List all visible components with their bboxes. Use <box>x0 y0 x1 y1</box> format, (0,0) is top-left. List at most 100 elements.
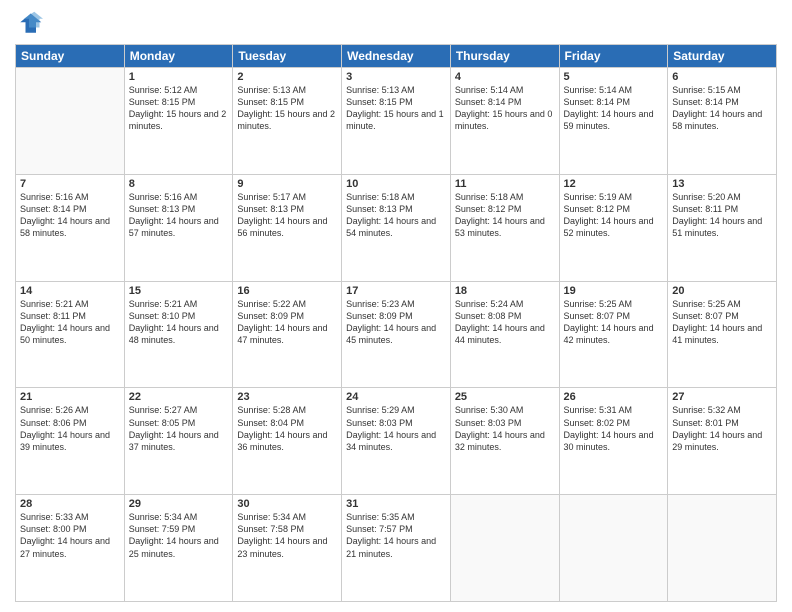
calendar-cell: 13Sunrise: 5:20 AMSunset: 8:11 PMDayligh… <box>668 174 777 281</box>
day-info: Sunrise: 5:28 AMSunset: 8:04 PMDaylight:… <box>237 404 337 453</box>
day-number: 5 <box>564 71 664 83</box>
day-number: 23 <box>237 391 337 403</box>
day-number: 26 <box>564 391 664 403</box>
logo-icon <box>15 10 43 38</box>
day-info: Sunrise: 5:20 AMSunset: 8:11 PMDaylight:… <box>672 191 772 240</box>
calendar-cell: 24Sunrise: 5:29 AMSunset: 8:03 PMDayligh… <box>342 388 451 495</box>
logo <box>15 10 47 38</box>
day-info: Sunrise: 5:29 AMSunset: 8:03 PMDaylight:… <box>346 404 446 453</box>
calendar-cell: 22Sunrise: 5:27 AMSunset: 8:05 PMDayligh… <box>124 388 233 495</box>
day-info: Sunrise: 5:19 AMSunset: 8:12 PMDaylight:… <box>564 191 664 240</box>
calendar-cell: 23Sunrise: 5:28 AMSunset: 8:04 PMDayligh… <box>233 388 342 495</box>
day-number: 22 <box>129 391 229 403</box>
calendar-cell: 28Sunrise: 5:33 AMSunset: 8:00 PMDayligh… <box>16 495 125 602</box>
calendar-cell: 7Sunrise: 5:16 AMSunset: 8:14 PMDaylight… <box>16 174 125 281</box>
day-header-monday: Monday <box>124 45 233 68</box>
day-info: Sunrise: 5:24 AMSunset: 8:08 PMDaylight:… <box>455 298 555 347</box>
day-info: Sunrise: 5:22 AMSunset: 8:09 PMDaylight:… <box>237 298 337 347</box>
day-info: Sunrise: 5:32 AMSunset: 8:01 PMDaylight:… <box>672 404 772 453</box>
header <box>15 10 777 38</box>
day-number: 18 <box>455 285 555 297</box>
calendar-cell: 27Sunrise: 5:32 AMSunset: 8:01 PMDayligh… <box>668 388 777 495</box>
day-number: 9 <box>237 178 337 190</box>
day-number: 20 <box>672 285 772 297</box>
day-number: 29 <box>129 498 229 510</box>
day-info: Sunrise: 5:13 AMSunset: 8:15 PMDaylight:… <box>237 84 337 133</box>
day-header-thursday: Thursday <box>450 45 559 68</box>
day-info: Sunrise: 5:16 AMSunset: 8:14 PMDaylight:… <box>20 191 120 240</box>
week-row-3: 14Sunrise: 5:21 AMSunset: 8:11 PMDayligh… <box>16 281 777 388</box>
day-info: Sunrise: 5:26 AMSunset: 8:06 PMDaylight:… <box>20 404 120 453</box>
day-number: 8 <box>129 178 229 190</box>
day-number: 25 <box>455 391 555 403</box>
day-number: 24 <box>346 391 446 403</box>
calendar-cell: 17Sunrise: 5:23 AMSunset: 8:09 PMDayligh… <box>342 281 451 388</box>
calendar-cell: 26Sunrise: 5:31 AMSunset: 8:02 PMDayligh… <box>559 388 668 495</box>
calendar-cell: 3Sunrise: 5:13 AMSunset: 8:15 PMDaylight… <box>342 68 451 175</box>
day-number: 16 <box>237 285 337 297</box>
calendar-cell: 20Sunrise: 5:25 AMSunset: 8:07 PMDayligh… <box>668 281 777 388</box>
day-number: 4 <box>455 71 555 83</box>
week-row-1: 1Sunrise: 5:12 AMSunset: 8:15 PMDaylight… <box>16 68 777 175</box>
day-info: Sunrise: 5:33 AMSunset: 8:00 PMDaylight:… <box>20 511 120 560</box>
calendar-cell: 25Sunrise: 5:30 AMSunset: 8:03 PMDayligh… <box>450 388 559 495</box>
day-info: Sunrise: 5:12 AMSunset: 8:15 PMDaylight:… <box>129 84 229 133</box>
day-info: Sunrise: 5:34 AMSunset: 7:58 PMDaylight:… <box>237 511 337 560</box>
calendar-cell: 30Sunrise: 5:34 AMSunset: 7:58 PMDayligh… <box>233 495 342 602</box>
day-number: 10 <box>346 178 446 190</box>
calendar-cell: 6Sunrise: 5:15 AMSunset: 8:14 PMDaylight… <box>668 68 777 175</box>
day-info: Sunrise: 5:25 AMSunset: 8:07 PMDaylight:… <box>564 298 664 347</box>
day-number: 28 <box>20 498 120 510</box>
day-number: 2 <box>237 71 337 83</box>
day-number: 11 <box>455 178 555 190</box>
day-info: Sunrise: 5:16 AMSunset: 8:13 PMDaylight:… <box>129 191 229 240</box>
day-number: 15 <box>129 285 229 297</box>
calendar-cell <box>668 495 777 602</box>
day-info: Sunrise: 5:21 AMSunset: 8:11 PMDaylight:… <box>20 298 120 347</box>
calendar-cell <box>450 495 559 602</box>
calendar-cell: 19Sunrise: 5:25 AMSunset: 8:07 PMDayligh… <box>559 281 668 388</box>
day-info: Sunrise: 5:18 AMSunset: 8:13 PMDaylight:… <box>346 191 446 240</box>
day-number: 27 <box>672 391 772 403</box>
calendar-cell: 10Sunrise: 5:18 AMSunset: 8:13 PMDayligh… <box>342 174 451 281</box>
day-info: Sunrise: 5:13 AMSunset: 8:15 PMDaylight:… <box>346 84 446 133</box>
week-row-4: 21Sunrise: 5:26 AMSunset: 8:06 PMDayligh… <box>16 388 777 495</box>
calendar-cell: 8Sunrise: 5:16 AMSunset: 8:13 PMDaylight… <box>124 174 233 281</box>
day-info: Sunrise: 5:35 AMSunset: 7:57 PMDaylight:… <box>346 511 446 560</box>
day-header-sunday: Sunday <box>16 45 125 68</box>
day-info: Sunrise: 5:34 AMSunset: 7:59 PMDaylight:… <box>129 511 229 560</box>
day-info: Sunrise: 5:15 AMSunset: 8:14 PMDaylight:… <box>672 84 772 133</box>
day-header-tuesday: Tuesday <box>233 45 342 68</box>
day-info: Sunrise: 5:14 AMSunset: 8:14 PMDaylight:… <box>564 84 664 133</box>
calendar-cell <box>559 495 668 602</box>
day-number: 30 <box>237 498 337 510</box>
day-info: Sunrise: 5:27 AMSunset: 8:05 PMDaylight:… <box>129 404 229 453</box>
day-header-saturday: Saturday <box>668 45 777 68</box>
day-number: 1 <box>129 71 229 83</box>
day-info: Sunrise: 5:21 AMSunset: 8:10 PMDaylight:… <box>129 298 229 347</box>
day-number: 13 <box>672 178 772 190</box>
calendar-cell: 9Sunrise: 5:17 AMSunset: 8:13 PMDaylight… <box>233 174 342 281</box>
calendar-cell: 1Sunrise: 5:12 AMSunset: 8:15 PMDaylight… <box>124 68 233 175</box>
day-number: 21 <box>20 391 120 403</box>
calendar-header-row: SundayMondayTuesdayWednesdayThursdayFrid… <box>16 45 777 68</box>
week-row-2: 7Sunrise: 5:16 AMSunset: 8:14 PMDaylight… <box>16 174 777 281</box>
page: SundayMondayTuesdayWednesdayThursdayFrid… <box>0 0 792 612</box>
day-header-friday: Friday <box>559 45 668 68</box>
day-number: 6 <box>672 71 772 83</box>
calendar-cell <box>16 68 125 175</box>
day-info: Sunrise: 5:23 AMSunset: 8:09 PMDaylight:… <box>346 298 446 347</box>
day-number: 14 <box>20 285 120 297</box>
calendar-cell: 31Sunrise: 5:35 AMSunset: 7:57 PMDayligh… <box>342 495 451 602</box>
day-info: Sunrise: 5:25 AMSunset: 8:07 PMDaylight:… <box>672 298 772 347</box>
day-info: Sunrise: 5:30 AMSunset: 8:03 PMDaylight:… <box>455 404 555 453</box>
day-info: Sunrise: 5:14 AMSunset: 8:14 PMDaylight:… <box>455 84 555 133</box>
day-info: Sunrise: 5:18 AMSunset: 8:12 PMDaylight:… <box>455 191 555 240</box>
day-info: Sunrise: 5:17 AMSunset: 8:13 PMDaylight:… <box>237 191 337 240</box>
calendar-cell: 29Sunrise: 5:34 AMSunset: 7:59 PMDayligh… <box>124 495 233 602</box>
day-info: Sunrise: 5:31 AMSunset: 8:02 PMDaylight:… <box>564 404 664 453</box>
calendar-cell: 11Sunrise: 5:18 AMSunset: 8:12 PMDayligh… <box>450 174 559 281</box>
day-header-wednesday: Wednesday <box>342 45 451 68</box>
calendar-table: SundayMondayTuesdayWednesdayThursdayFrid… <box>15 44 777 602</box>
calendar-cell: 21Sunrise: 5:26 AMSunset: 8:06 PMDayligh… <box>16 388 125 495</box>
